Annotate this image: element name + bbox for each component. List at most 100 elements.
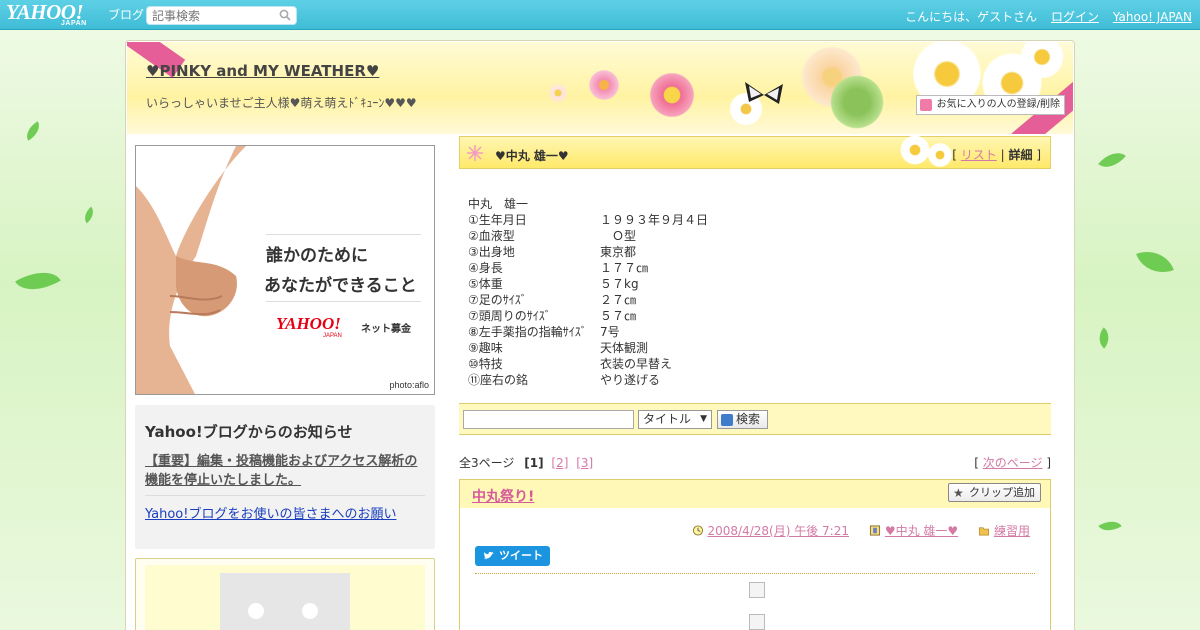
search-type-select[interactable]: タイトル ▼ bbox=[638, 410, 712, 429]
notice-link-important[interactable]: 【重要】編集・投稿機能およびアクセス解析の機能を停止いたしました。 bbox=[145, 452, 425, 490]
profile-value: １７７㎝ bbox=[600, 261, 649, 275]
yahoo-blog-logo[interactable]: YAHOO! JAPAN ブログ bbox=[6, 2, 144, 28]
search-icon bbox=[721, 414, 733, 426]
greeting-text: こんにちは、ゲストさん bbox=[905, 10, 1038, 24]
entry-title[interactable]: 中丸祭り! bbox=[472, 486, 534, 506]
favorite-register-button[interactable]: お気に入りの人の登録/削除 bbox=[915, 95, 1065, 115]
profile-row: ⑧左手薬指の指輪ｻｲｽﾞ 7号 bbox=[468, 324, 708, 340]
broken-image-icon bbox=[749, 614, 765, 630]
next-page-wrap: [ 次のページ ] bbox=[974, 454, 1051, 471]
profile-key: ⑧左手薬指の指輪ｻｲｽﾞ bbox=[468, 325, 587, 339]
article-search-input[interactable] bbox=[147, 7, 272, 24]
profile-row: ①生年月日 １９９３年９月４日 bbox=[468, 212, 708, 228]
page-link-2[interactable]: [2] bbox=[551, 456, 568, 470]
top-bar: YAHOO! JAPAN ブログ こんにちは、ゲストさん ログイン Yahoo!… bbox=[0, 0, 1200, 30]
profile-row: ⑦頭周りのｻｲｽﾞ ５７㎝ bbox=[468, 308, 708, 324]
blog-title[interactable]: ♥PINKY and MY WEATHER♥ bbox=[146, 62, 379, 80]
logo-sub: JAPAN bbox=[61, 20, 87, 27]
leaf-decoration bbox=[15, 261, 61, 301]
user-nav: こんにちは、ゲストさん ログイン Yahoo! JAPAN bbox=[895, 8, 1192, 25]
banner-yahoo-logo: YAHOO! bbox=[276, 314, 341, 333]
yahoo-japan-link[interactable]: Yahoo! JAPAN bbox=[1113, 10, 1192, 24]
leaf-decoration bbox=[1098, 515, 1122, 537]
broken-image-icon bbox=[749, 582, 765, 598]
profile-value: 東京都 bbox=[600, 245, 637, 259]
profile-value: ５７㎝ bbox=[600, 309, 637, 323]
page-link-3[interactable]: [3] bbox=[576, 456, 593, 470]
profile-row: ④身長 １７７㎝ bbox=[468, 260, 708, 276]
profile-value: やり遂げる bbox=[600, 373, 661, 387]
bracket-close: ] bbox=[1042, 456, 1051, 470]
avatar[interactable] bbox=[220, 573, 350, 630]
leaf-decoration bbox=[1098, 145, 1126, 175]
detail-link[interactable]: 詳細 bbox=[1008, 148, 1032, 162]
profile-row: ②血液型 Ｏ型 bbox=[468, 228, 708, 244]
blog-subtitle: いらっしゃいませご主人様♥萌え萌えﾄﾞｷｭｰﾝ♥♥♥ bbox=[146, 96, 417, 110]
search-button-label: 検索 bbox=[736, 412, 761, 426]
clip-add-label: クリップ追加 bbox=[969, 486, 1035, 499]
profile-row: ⑩特技 衣装の早替え bbox=[468, 356, 708, 372]
next-page-link[interactable]: 次のページ bbox=[983, 456, 1043, 470]
profile-key: ①生年月日 bbox=[468, 213, 527, 227]
banner-divider bbox=[266, 234, 421, 235]
profile-value: ５７kg bbox=[600, 277, 639, 291]
tweet-button[interactable]: ツイート bbox=[475, 546, 550, 566]
photo-credit: photo:aflo bbox=[389, 380, 429, 390]
profile-row: ⑪座右の銘 やり遂げる bbox=[468, 372, 708, 388]
list-link[interactable]: リスト bbox=[961, 148, 997, 162]
entry-divider bbox=[475, 573, 1035, 574]
article-search-box bbox=[146, 6, 297, 25]
leaf-decoration bbox=[22, 121, 44, 141]
flower-decoration bbox=[827, 72, 887, 132]
profile-name: 中丸 雄一 bbox=[468, 197, 529, 211]
profile-key: ⑨趣味 bbox=[468, 341, 503, 355]
search-icon[interactable] bbox=[279, 9, 291, 21]
logo-blog-text: ブログ bbox=[108, 8, 145, 22]
banner-yahoo-logo-sub: JAPAN bbox=[323, 333, 342, 339]
charity-banner[interactable]: 誰かのために あなたができること YAHOO! JAPAN ネット募金 phot… bbox=[135, 145, 435, 395]
entry-category-link[interactable]: 練習用 bbox=[994, 524, 1030, 538]
blog-search-input[interactable] bbox=[463, 410, 634, 429]
leaf-decoration bbox=[1093, 327, 1115, 349]
profile-key: ④身長 bbox=[468, 261, 503, 275]
profile-row: ③出身地 東京都 bbox=[468, 244, 708, 260]
bracket-open: [ bbox=[974, 456, 983, 470]
entry-date-link[interactable]: 2008/4/28(月) 午後 7:21 bbox=[708, 524, 849, 538]
notice-link-request[interactable]: Yahoo!ブログをお使いの皆さまへのお願い bbox=[145, 503, 425, 522]
butterfly-icon bbox=[745, 82, 783, 104]
profile-name-row: 中丸 雄一 bbox=[468, 196, 708, 212]
page-total: 全3ページ bbox=[459, 456, 515, 470]
entry-author-link[interactable]: ♥中丸 雄一♥ bbox=[885, 524, 958, 538]
blog-search-bar: タイトル ▼ 検索 bbox=[459, 403, 1051, 435]
banner-tagline: ネット募金 bbox=[361, 324, 411, 335]
profile-key: ③出身地 bbox=[468, 245, 515, 259]
star-icon: ★ bbox=[953, 486, 964, 500]
article-header-links: [ リスト | 詳細 ] bbox=[952, 146, 1041, 163]
twitter-bird-icon bbox=[483, 551, 494, 560]
leaf-decoration bbox=[1136, 243, 1174, 281]
yahoo-blog-notice: Yahoo!ブログからのお知らせ 【重要】編集・投稿機能およびアクセス解析の機能… bbox=[135, 405, 435, 549]
banner-divider bbox=[266, 301, 421, 302]
profile-row: ⑦足のｻｲｽﾞ ２７㎝ bbox=[468, 292, 708, 308]
avatar-eye bbox=[248, 603, 264, 619]
profile-value: Ｏ型 bbox=[600, 229, 637, 243]
favorite-register-label: お気に入りの人の登録/削除 bbox=[936, 99, 1060, 110]
leaf-decoration bbox=[80, 206, 98, 224]
profile-key: ⑩特技 bbox=[468, 357, 503, 371]
login-link[interactable]: ログイン bbox=[1051, 10, 1099, 24]
article-author-name: ♥中丸 雄一♥ bbox=[495, 149, 569, 163]
profile-key: ②血液型 bbox=[468, 229, 515, 243]
notice-divider bbox=[145, 495, 425, 496]
folder-icon bbox=[979, 527, 989, 536]
profile-value: ２７㎝ bbox=[600, 293, 637, 307]
bracket-close: ] bbox=[1032, 148, 1041, 162]
profile-key: ⑤体重 bbox=[468, 277, 503, 291]
search-button[interactable]: 検索 bbox=[717, 410, 768, 429]
bracket-open: [ bbox=[952, 148, 961, 162]
profile-value: 天体観測 bbox=[600, 341, 649, 355]
avatar-eye bbox=[302, 603, 318, 619]
clip-add-button[interactable]: ★ クリップ追加 bbox=[948, 483, 1041, 502]
page-current: [1] bbox=[524, 456, 544, 470]
entry-meta: 2008/4/28(月) 午後 7:21 ♥中丸 雄一♥ 練習用 bbox=[692, 522, 1030, 539]
profile-row: ⑨趣味 天体観測 bbox=[468, 340, 708, 356]
